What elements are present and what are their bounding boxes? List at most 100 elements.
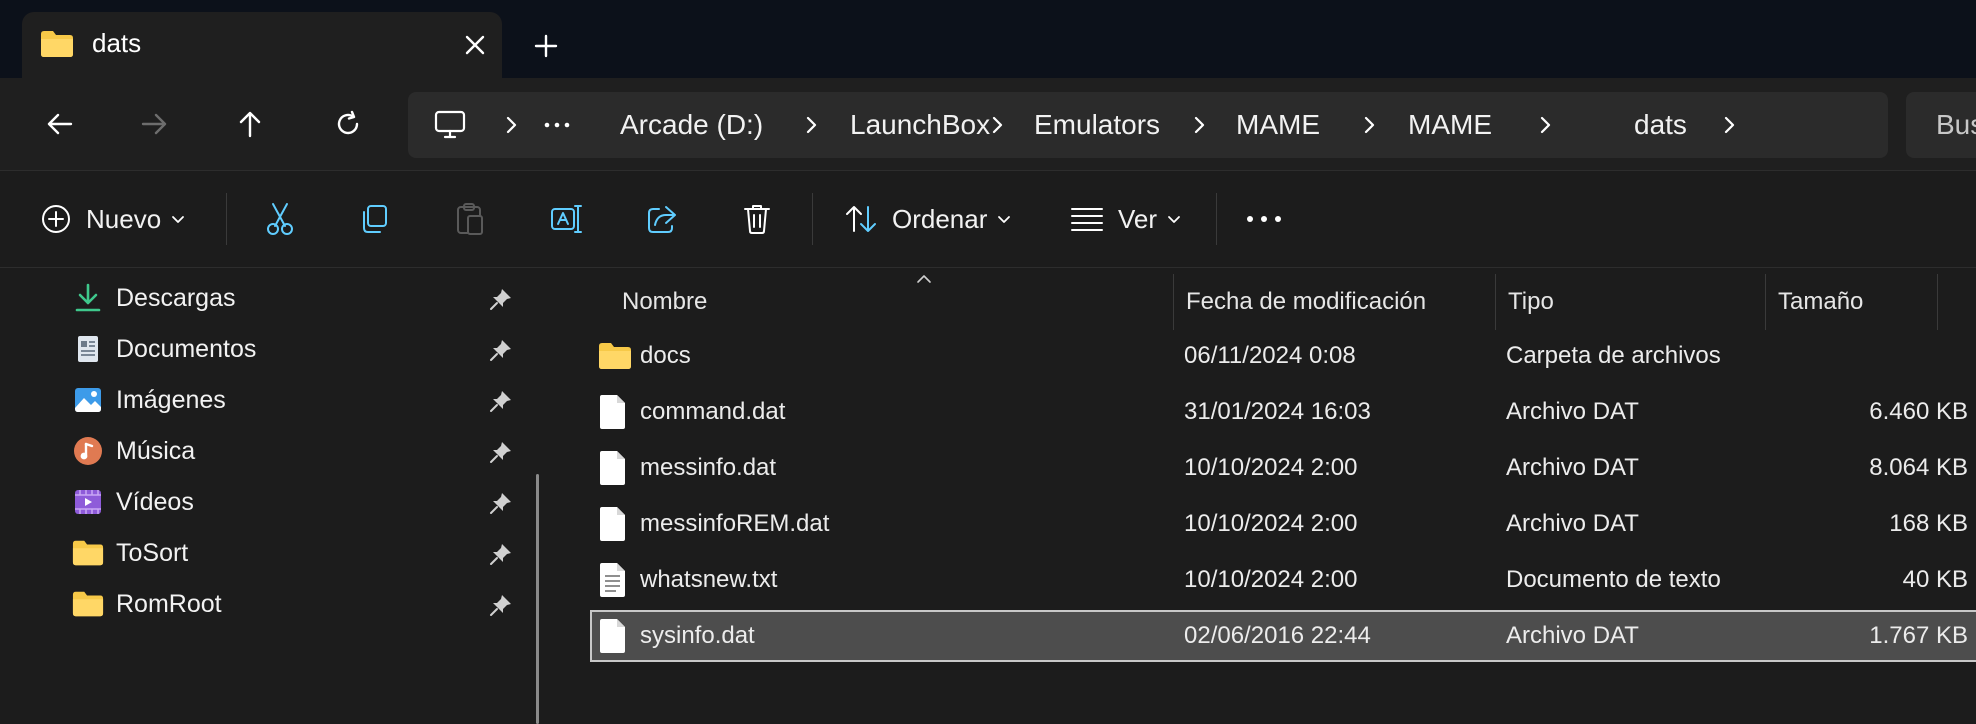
more-options-button[interactable] <box>1246 195 1282 243</box>
more-dots-icon <box>1246 215 1282 223</box>
sidebar-item-label: Imágenes <box>116 386 226 414</box>
add-circle-icon <box>40 203 72 235</box>
sidebar-item-label: Música <box>116 437 196 465</box>
file-list-scrollbar[interactable] <box>1956 268 1976 722</box>
trash-icon <box>742 203 772 235</box>
download-icon <box>72 282 104 314</box>
file-size: 6.460 KB <box>1869 398 1968 425</box>
file-modified: 10/10/2024 2:00 <box>1184 566 1358 593</box>
table-row[interactable]: command.dat 31/01/2024 16:03 Archivo DAT… <box>590 386 1976 438</box>
share-button[interactable] <box>646 195 678 243</box>
text-file-icon <box>598 562 628 598</box>
file-type: Archivo DAT <box>1506 510 1639 537</box>
pin-icon[interactable] <box>488 337 514 363</box>
rename-button[interactable] <box>550 195 584 243</box>
new-tab-icon[interactable] <box>530 30 562 62</box>
file-modified: 06/11/2024 0:08 <box>1184 342 1356 369</box>
command-bar: Nuevo Ordenar Ver <box>0 170 1976 268</box>
file-type: Carpeta de archivos <box>1506 342 1721 369</box>
paste-icon <box>454 202 486 236</box>
folder-icon <box>40 30 74 58</box>
file-modified: 10/10/2024 2:00 <box>1184 454 1358 481</box>
file-icon <box>598 506 628 542</box>
tab-dats[interactable]: dats <box>22 12 502 78</box>
chevron-right-icon[interactable] <box>500 114 522 136</box>
scissors-icon <box>264 202 296 236</box>
chevron-right-icon[interactable] <box>1718 114 1740 136</box>
chevron-right-icon[interactable] <box>800 114 822 136</box>
music-icon <box>72 435 104 467</box>
more-locations-icon[interactable] <box>544 122 570 128</box>
pin-icon[interactable] <box>488 541 514 567</box>
copy-button[interactable] <box>358 195 390 243</box>
pin-icon[interactable] <box>488 388 514 414</box>
view-button[interactable]: Ver <box>1070 195 1181 243</box>
cut-button[interactable] <box>264 195 296 243</box>
table-row[interactable]: whatsnew.txt 10/10/2024 2:00 Documento d… <box>590 554 1976 606</box>
forward-arrow-icon[interactable] <box>134 104 174 144</box>
table-row[interactable]: messinfo.dat 10/10/2024 2:00 Archivo DAT… <box>590 442 1976 494</box>
address-bar[interactable]: Arcade (D:) LaunchBox Emulators MAME MAM… <box>408 92 1888 158</box>
breadcrumb-arcade[interactable]: Arcade (D:) <box>620 108 763 142</box>
rename-icon <box>550 203 584 235</box>
chevron-right-icon[interactable] <box>986 114 1008 136</box>
column-label: Fecha de modificación <box>1186 288 1427 315</box>
up-arrow-icon[interactable] <box>230 104 270 144</box>
back-arrow-icon[interactable] <box>40 104 80 144</box>
paste-button[interactable] <box>454 195 486 243</box>
documents-icon <box>72 333 104 365</box>
column-label: Tamaño <box>1778 288 1864 315</box>
table-row[interactable]: docs 06/11/2024 0:08 Carpeta de archivos <box>590 330 1976 382</box>
file-type: Archivo DAT <box>1506 454 1639 481</box>
new-button[interactable]: Nuevo <box>40 195 185 243</box>
this-pc-icon[interactable] <box>434 110 466 140</box>
breadcrumb-dats[interactable]: dats <box>1634 108 1687 142</box>
pin-icon[interactable] <box>488 439 514 465</box>
column-header-modified[interactable]: Fecha de modificación <box>1174 274 1494 330</box>
breadcrumb-mame[interactable]: MAME <box>1236 108 1320 142</box>
pin-icon[interactable] <box>488 592 514 618</box>
table-row[interactable]: messinfoREM.dat 10/10/2024 2:00 Archivo … <box>590 498 1976 550</box>
chevron-down-icon <box>997 214 1011 224</box>
pin-icon[interactable] <box>488 286 514 312</box>
breadcrumb-emulators[interactable]: Emulators <box>1034 108 1160 142</box>
chevron-right-icon[interactable] <box>1188 114 1210 136</box>
sort-button-label: Ordenar <box>892 203 988 234</box>
table-row-selected[interactable]: sysinfo.dat 02/06/2016 22:44 Archivo DAT… <box>590 610 1976 662</box>
file-icon <box>598 450 628 486</box>
refresh-icon[interactable] <box>328 104 368 144</box>
sort-button[interactable]: Ordenar <box>844 195 1011 243</box>
sidebar-item-label: Documentos <box>116 335 257 363</box>
share-icon <box>646 203 678 235</box>
file-name: messinfoREM.dat <box>640 510 830 537</box>
videos-icon <box>72 486 104 518</box>
chevron-right-icon[interactable] <box>1534 114 1556 136</box>
breadcrumb-launchbox[interactable]: LaunchBox <box>850 108 990 142</box>
folder-icon <box>72 588 104 620</box>
column-header-size[interactable]: Tamaño <box>1766 274 1936 330</box>
close-icon[interactable] <box>462 32 488 58</box>
list-view-icon <box>1070 206 1104 232</box>
column-label: Nombre <box>622 288 708 315</box>
sort-arrows-icon <box>844 203 878 235</box>
column-header-type[interactable]: Tipo <box>1496 274 1764 330</box>
file-type: Archivo DAT <box>1506 622 1639 649</box>
toolbar-divider <box>226 193 227 245</box>
sidebar-scrollbar[interactable] <box>536 474 539 724</box>
sidebar-item-romroot[interactable]: RomRoot <box>0 574 540 634</box>
column-header-name[interactable]: Nombre <box>590 274 1170 330</box>
file-name: command.dat <box>640 398 786 425</box>
breadcrumb-mame-sub[interactable]: MAME <box>1408 108 1492 142</box>
column-divider[interactable] <box>1937 274 1938 330</box>
file-icon <box>598 394 628 430</box>
search-placeholder: Bus <box>1936 109 1976 140</box>
search-input[interactable]: Bus <box>1906 92 1976 158</box>
file-size: 1.767 KB <box>1869 622 1968 649</box>
sidebar-item-label: ToSort <box>116 539 189 567</box>
delete-button[interactable] <box>742 195 772 243</box>
sidebar-item-label: Descargas <box>116 284 236 312</box>
sidebar-item-label: RomRoot <box>116 590 222 618</box>
chevron-right-icon[interactable] <box>1358 114 1380 136</box>
toolbar-divider <box>812 193 813 245</box>
pin-icon[interactable] <box>488 490 514 516</box>
